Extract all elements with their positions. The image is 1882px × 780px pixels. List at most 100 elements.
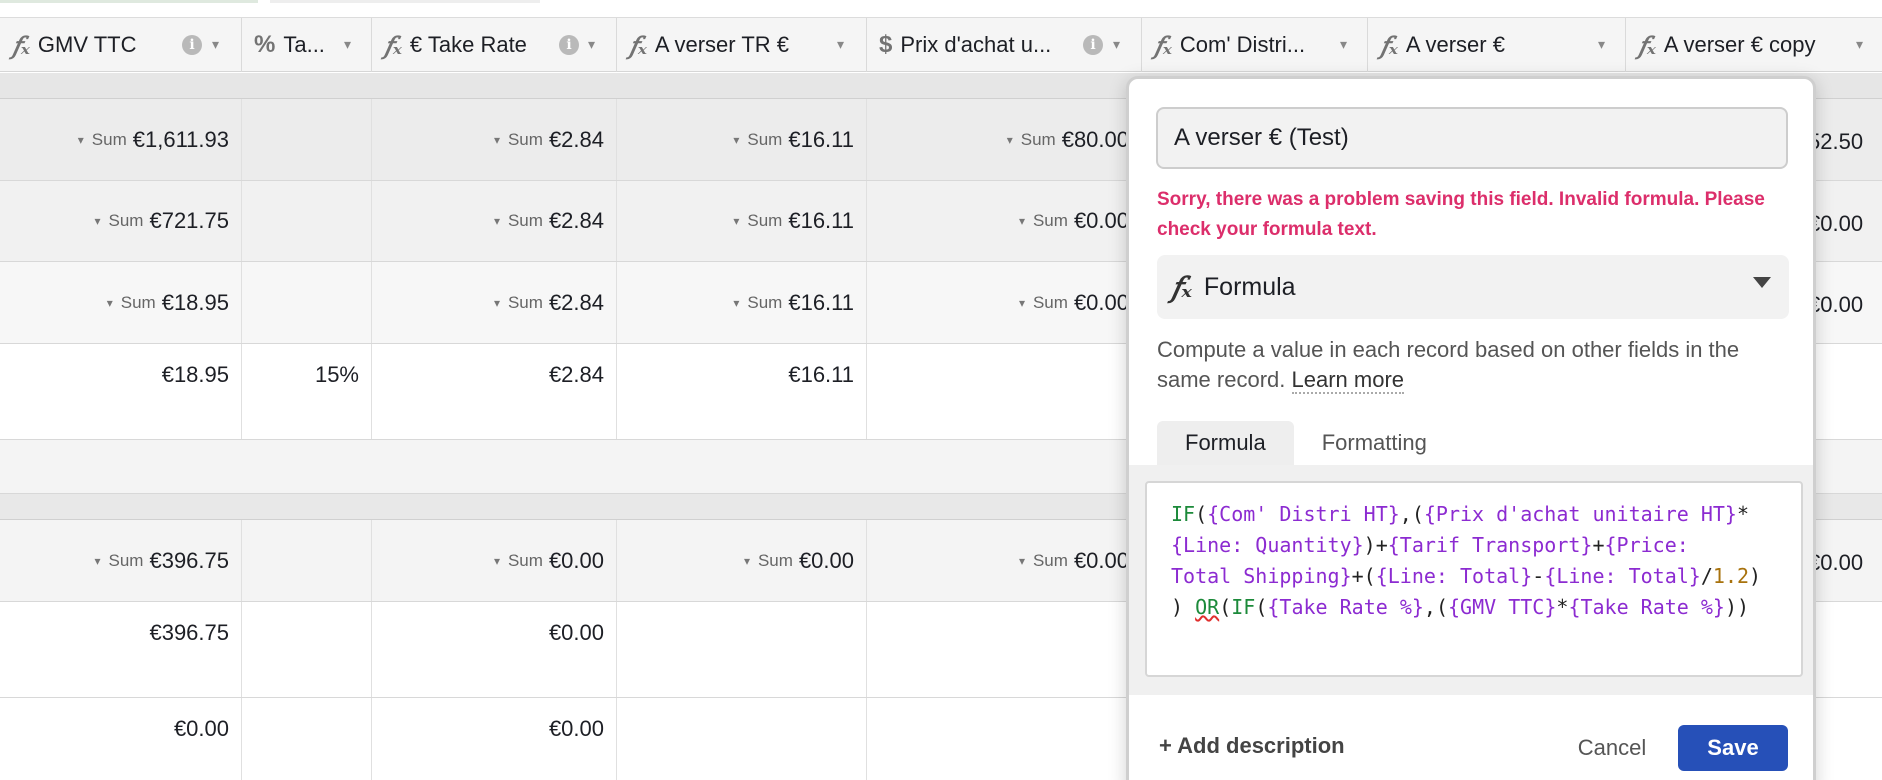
column-header-a-verser[interactable]: 𝑓ₓ A verser € ▾ (1368, 18, 1626, 72)
summary-cell[interactable]: ▾ Sum €16.11 (617, 262, 867, 343)
field-name-input[interactable] (1156, 107, 1788, 169)
formula-field-ref: {Tarif Transport} (1387, 533, 1593, 557)
chevron-down-icon[interactable]: ▾ (494, 133, 500, 147)
summary-cell[interactable]: ▾ Sum €2.84 (372, 181, 617, 261)
table-cell[interactable]: €2.84 (372, 344, 617, 439)
chevron-down-icon[interactable]: ▾ (733, 133, 739, 147)
summary-cell[interactable]: ▾ Sum €0.00 (867, 262, 1142, 343)
chevron-down-icon[interactable]: ▾ (494, 554, 500, 568)
summary-cell-empty (242, 181, 372, 261)
column-header-a-verser-copy[interactable]: 𝑓ₓ A verser € copy ▾ (1626, 18, 1882, 72)
column-header-a-verser-tr[interactable]: 𝑓ₓ A verser TR € ▾ (617, 18, 867, 72)
formula-field-ref: {Line: Total} (1544, 564, 1701, 588)
table-cell[interactable]: 15% (242, 344, 372, 439)
chevron-down-icon[interactable]: ▾ (494, 296, 500, 310)
table-cell[interactable]: €0.00 (372, 602, 617, 697)
chevron-down-icon[interactable]: ▾ (494, 214, 500, 228)
chevron-down-icon[interactable] (1753, 277, 1771, 288)
add-description-button[interactable]: + Add description (1159, 733, 1345, 759)
info-icon[interactable]: i (559, 35, 579, 55)
summary-cell[interactable]: ▾ Sum €0.00 (617, 520, 867, 601)
summary-label: Sum (757, 550, 793, 570)
chevron-down-icon[interactable]: ▾ (1007, 133, 1013, 147)
chevron-down-icon[interactable]: ▾ (1598, 36, 1605, 53)
summary-cell[interactable]: ▾ Sum €0.00 (372, 520, 617, 601)
summary-cell[interactable]: ▾ Sum €396.75 (0, 520, 242, 601)
chevron-down-icon[interactable]: ▾ (1019, 214, 1025, 228)
info-icon[interactable]: i (182, 35, 202, 55)
column-header-take-rate-percent[interactable]: % Ta... ▾ (242, 18, 372, 72)
chevron-down-icon[interactable]: ▾ (94, 554, 100, 568)
view-tab-indicator (0, 0, 258, 3)
table-cell[interactable]: €18.95 (0, 344, 242, 439)
formula-icon: 𝑓ₓ (1638, 30, 1656, 60)
tab-formula[interactable]: Formula (1157, 421, 1294, 465)
table-cell[interactable]: €16.11 (617, 344, 867, 439)
field-editor-popover: Sorry, there was a problem saving this f… (1126, 76, 1816, 780)
chevron-down-icon[interactable]: ▾ (1019, 296, 1025, 310)
formula-icon: 𝑓ₓ (384, 30, 402, 60)
column-header-com-distri[interactable]: 𝑓ₓ Com' Distri... ▾ (1142, 18, 1368, 72)
chevron-down-icon[interactable]: ▾ (1019, 554, 1025, 568)
table-cell[interactable]: €0.00 (0, 698, 242, 780)
chevron-down-icon[interactable]: ▾ (588, 36, 595, 53)
chevron-down-icon[interactable]: ▾ (1856, 36, 1863, 53)
formula-function: IF (1231, 595, 1256, 619)
summary-value: €396.75 (149, 547, 229, 573)
formula-field-ref: {Com' Distri HT} (1207, 502, 1400, 526)
chevron-down-icon[interactable]: ▾ (733, 214, 739, 228)
summary-cell-empty (242, 99, 372, 180)
info-icon[interactable]: i (1083, 35, 1103, 55)
table-cell[interactable] (617, 698, 867, 780)
table-cell[interactable] (242, 602, 372, 697)
chevron-down-icon[interactable]: ▾ (837, 36, 844, 53)
table-cell[interactable] (617, 602, 867, 697)
formula-field-ref: {Price: (1604, 533, 1689, 557)
chevron-down-icon[interactable]: ▾ (744, 554, 750, 568)
summary-cell[interactable]: ▾ Sum €2.84 (372, 99, 617, 180)
summary-cell[interactable]: ▾ Sum €16.11 (617, 99, 867, 180)
column-header-prix-achat[interactable]: $ Prix d'achat u... i ▾ (867, 18, 1142, 72)
summary-label: Sum (108, 211, 144, 230)
summary-cell[interactable]: ▾ Sum €0.00 (867, 520, 1142, 601)
table-cell[interactable]: €0.00 (372, 698, 617, 780)
save-button[interactable]: Save (1678, 725, 1788, 771)
table-cell[interactable]: €396.75 (0, 602, 242, 697)
summary-cell[interactable]: ▾ Sum €80.00 (867, 99, 1142, 180)
error-message: Sorry, there was a problem saving this f… (1157, 189, 1765, 240)
table-cell[interactable] (242, 698, 372, 780)
summary-label: Sum (747, 129, 783, 149)
cancel-button[interactable]: Cancel (1561, 725, 1663, 771)
summary-cell[interactable]: ▾ Sum €0.00 (867, 181, 1142, 261)
column-header-take-rate-euro[interactable]: 𝑓ₓ € Take Rate i ▾ (372, 18, 617, 72)
summary-value: €16.11 (788, 208, 854, 233)
chevron-down-icon[interactable]: ▾ (78, 133, 84, 147)
formula-function-error: OR (1195, 595, 1220, 619)
chevron-down-icon[interactable]: ▾ (344, 36, 351, 53)
chevron-down-icon[interactable]: ▾ (1340, 36, 1347, 53)
column-header-gmv-ttc[interactable]: 𝑓ₓ GMV TTC i ▾ (0, 18, 242, 72)
summary-cell[interactable]: ▾ Sum €2.84 (372, 262, 617, 343)
column-name: A verser € (1405, 32, 1505, 57)
formula-icon: 𝑓ₓ (629, 30, 647, 60)
summary-label: Sum (507, 292, 543, 312)
learn-more-link[interactable]: Learn more (1291, 367, 1405, 394)
chevron-down-icon[interactable]: ▾ (1113, 36, 1120, 53)
tab-formatting[interactable]: Formatting (1294, 421, 1455, 465)
table-cell[interactable] (867, 602, 1142, 697)
chevron-down-icon[interactable]: ▾ (107, 296, 113, 310)
summary-cell[interactable]: ▾ Sum €16.11 (617, 181, 867, 261)
table-cell[interactable] (867, 698, 1142, 780)
table-cell[interactable] (867, 344, 1142, 439)
summary-value: €16.11 (788, 126, 854, 152)
chevron-down-icon[interactable]: ▾ (733, 296, 739, 310)
summary-cell[interactable]: ▾ Sum €18.95 (0, 262, 242, 343)
top-strip (0, 0, 1882, 18)
formula-editor[interactable]: IF({Com' Distri HT},({Prix d'achat unita… (1145, 481, 1803, 677)
summary-cell[interactable]: ▾ Sum €721.75 (0, 181, 242, 261)
chevron-down-icon[interactable]: ▾ (212, 36, 219, 53)
field-type-description: Compute a value in each record based on … (1157, 335, 1797, 395)
field-type-select[interactable]: 𝑓ₓ Formula (1157, 255, 1789, 319)
summary-cell[interactable]: ▾ Sum €1,611.93 (0, 99, 242, 180)
chevron-down-icon[interactable]: ▾ (94, 214, 100, 228)
